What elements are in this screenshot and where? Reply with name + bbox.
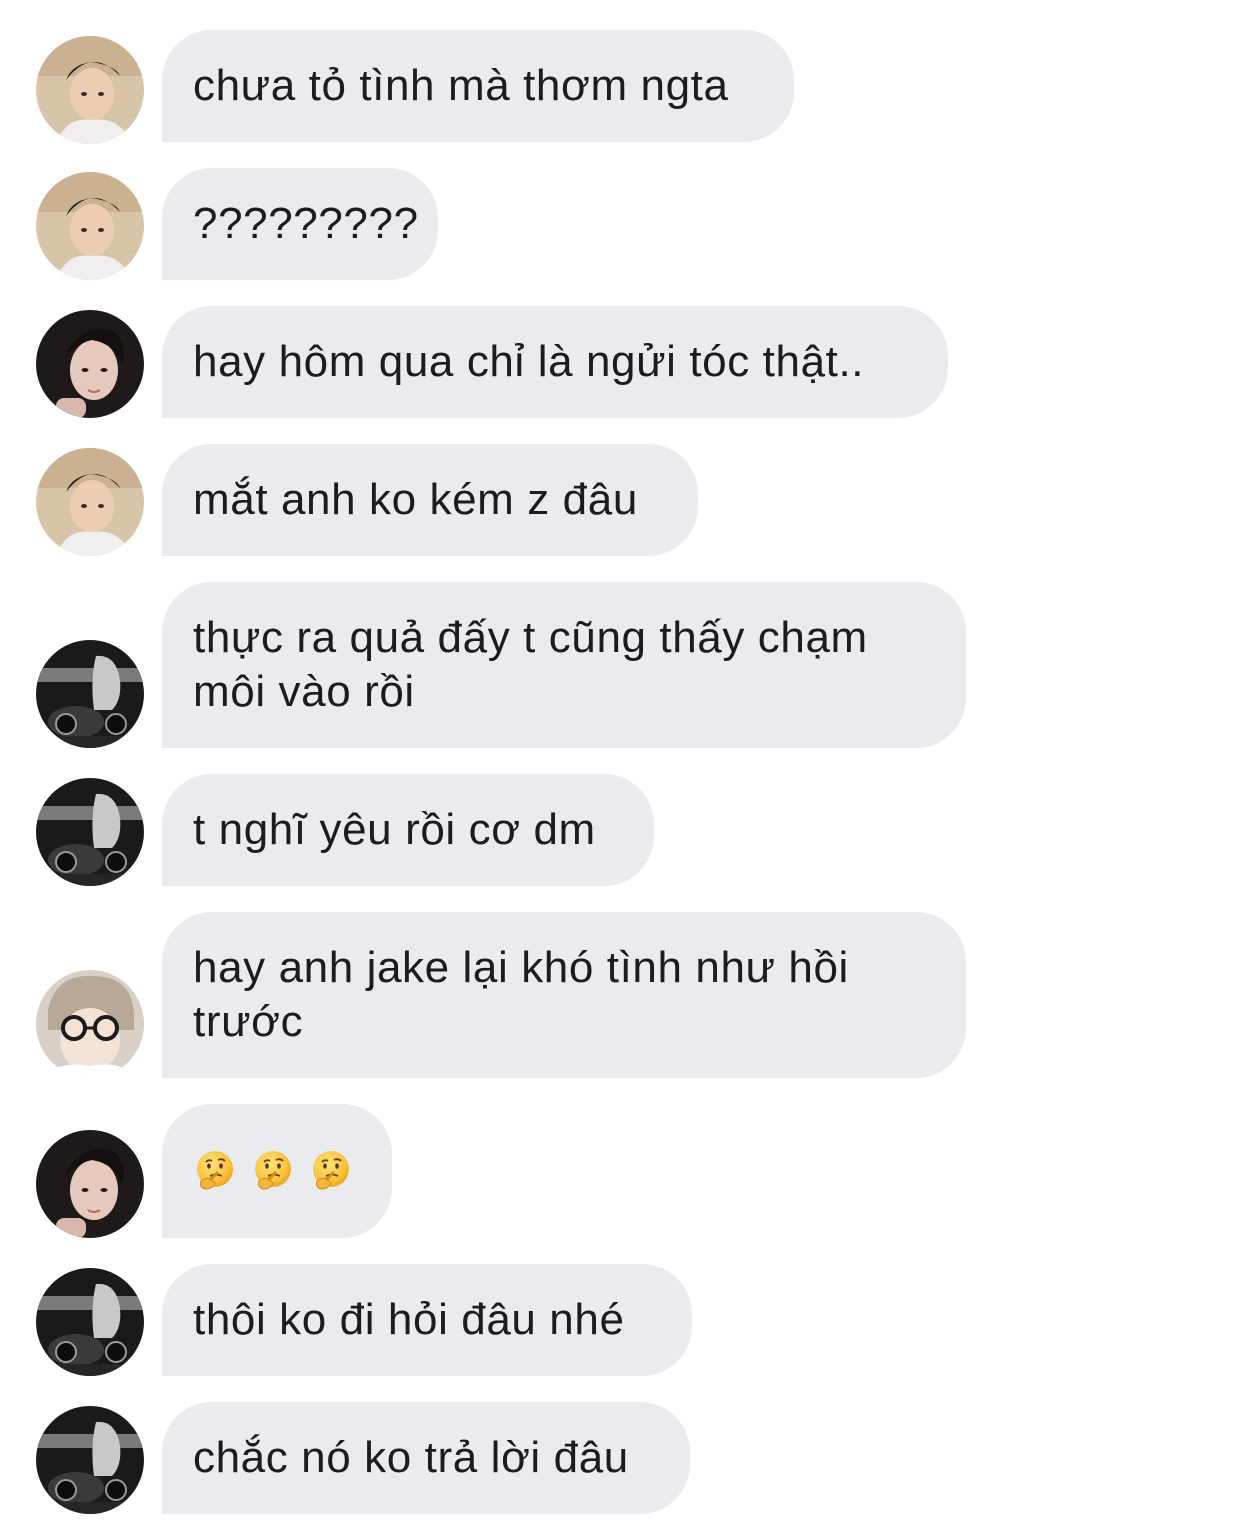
message-bubble[interactable]: ????????? <box>162 168 438 280</box>
message-text: chưa tỏ tình mà thơm ngta <box>193 61 729 110</box>
avatar[interactable] <box>36 1130 144 1238</box>
avatar[interactable] <box>36 172 144 280</box>
message-bubble[interactable]: chưa tỏ tình mà thơm ngta <box>162 30 794 142</box>
thinking-face-icon <box>193 1149 237 1193</box>
message-bubble[interactable]: hay hôm qua chỉ là ngửi tóc thật.. <box>162 306 948 418</box>
message-text: thực ra quả đấy t cũng thấy chạm môi vào… <box>193 613 868 716</box>
message-bubble[interactable]: chắc nó ko trả lời đâu <box>162 1402 690 1514</box>
message-bubble[interactable]: mắt anh ko kém z đâu <box>162 444 698 556</box>
avatar[interactable] <box>36 310 144 418</box>
avatar[interactable] <box>36 970 144 1078</box>
message-bubble[interactable] <box>162 1104 392 1238</box>
thinking-face-icon <box>309 1149 353 1193</box>
avatar[interactable] <box>36 640 144 748</box>
message-text: mắt anh ko kém z đâu <box>193 475 638 524</box>
avatar[interactable] <box>36 1406 144 1514</box>
avatar[interactable] <box>36 1268 144 1376</box>
message-bubble[interactable]: hay anh jake lại khó tình như hồi trước <box>162 912 966 1078</box>
avatar[interactable] <box>36 36 144 144</box>
message-text: t nghĩ yêu rồi cơ dm <box>193 805 596 854</box>
message-text: chắc nó ko trả lời đâu <box>193 1433 629 1482</box>
message-text: thôi ko đi hỏi đâu nhé <box>193 1295 625 1344</box>
emoji-group <box>193 1149 353 1193</box>
message-text: hay anh jake lại khó tình như hồi trước <box>193 943 849 1046</box>
message-bubble[interactable]: thực ra quả đấy t cũng thấy chạm môi vào… <box>162 582 966 748</box>
avatar[interactable] <box>36 448 144 556</box>
avatar[interactable] <box>36 778 144 886</box>
thinking-face-icon <box>251 1149 295 1193</box>
message-bubble[interactable]: thôi ko đi hỏi đâu nhé <box>162 1264 692 1376</box>
message-text: hay hôm qua chỉ là ngửi tóc thật.. <box>193 337 865 386</box>
message-bubble[interactable]: t nghĩ yêu rồi cơ dm <box>162 774 654 886</box>
message-text: ????????? <box>193 199 419 248</box>
